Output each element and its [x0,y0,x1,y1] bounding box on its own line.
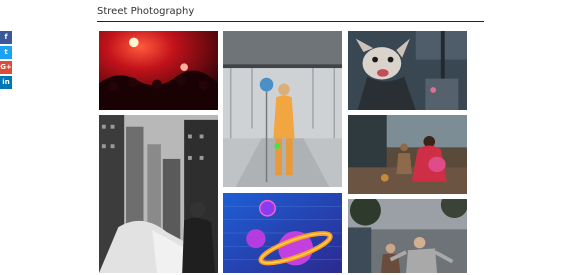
facebook-icon: f [4,33,8,41]
google-plus-icon: G+ [0,63,12,71]
twitter-icon: t [4,48,8,56]
gallery-photo-woman-yard[interactable] [346,113,469,196]
twitter-share-button[interactable]: t [0,46,12,59]
gallery-photo-flare-crowd[interactable] [97,29,220,112]
google-plus-share-button[interactable]: G+ [0,61,12,74]
facebook-share-button[interactable]: f [0,31,12,44]
linkedin-icon: in [2,78,10,86]
linkedin-share-button[interactable]: in [0,76,12,89]
section-title: Street Photography [97,6,195,17]
gallery-photo-platform-figure[interactable] [221,29,344,189]
social-share-bar: f t G+ in [0,31,12,91]
gallery-photo-dog-street[interactable] [346,29,469,112]
gallery-photo-planet-mural[interactable] [221,191,344,275]
gallery-photo-city-street-bw[interactable] [97,113,220,275]
gallery-photo-street-dancers[interactable] [346,197,469,275]
title-divider [97,21,484,22]
